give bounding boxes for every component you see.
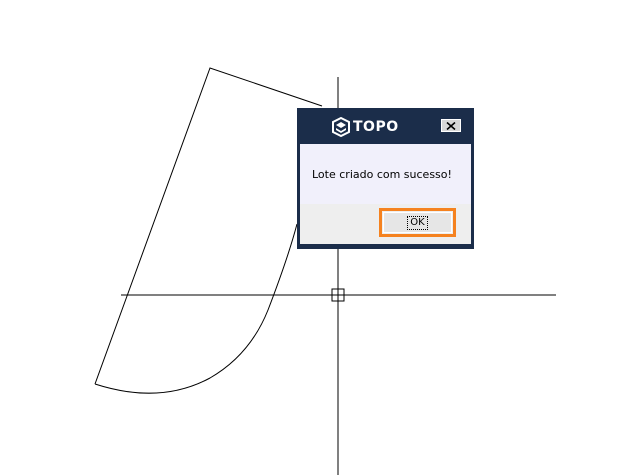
close-button[interactable] (441, 119, 461, 132)
brand-logo: TOPO (331, 117, 399, 137)
ok-button-label: OK (407, 215, 428, 230)
dialog-button-area: OK (300, 204, 471, 244)
dialog-message: Lote criado com sucesso! (312, 168, 452, 181)
topo-logo-icon (332, 117, 350, 137)
brand-name: TOPO (353, 119, 399, 135)
close-icon (446, 121, 456, 130)
ok-button[interactable]: OK (383, 212, 452, 233)
message-dialog: TOPO Lote criado com sucesso! OK (297, 108, 474, 249)
dialog-titlebar[interactable]: TOPO (297, 108, 474, 144)
dialog-message-area: Lote criado com sucesso! (300, 144, 471, 204)
lot-polyline[interactable] (94, 67, 323, 394)
